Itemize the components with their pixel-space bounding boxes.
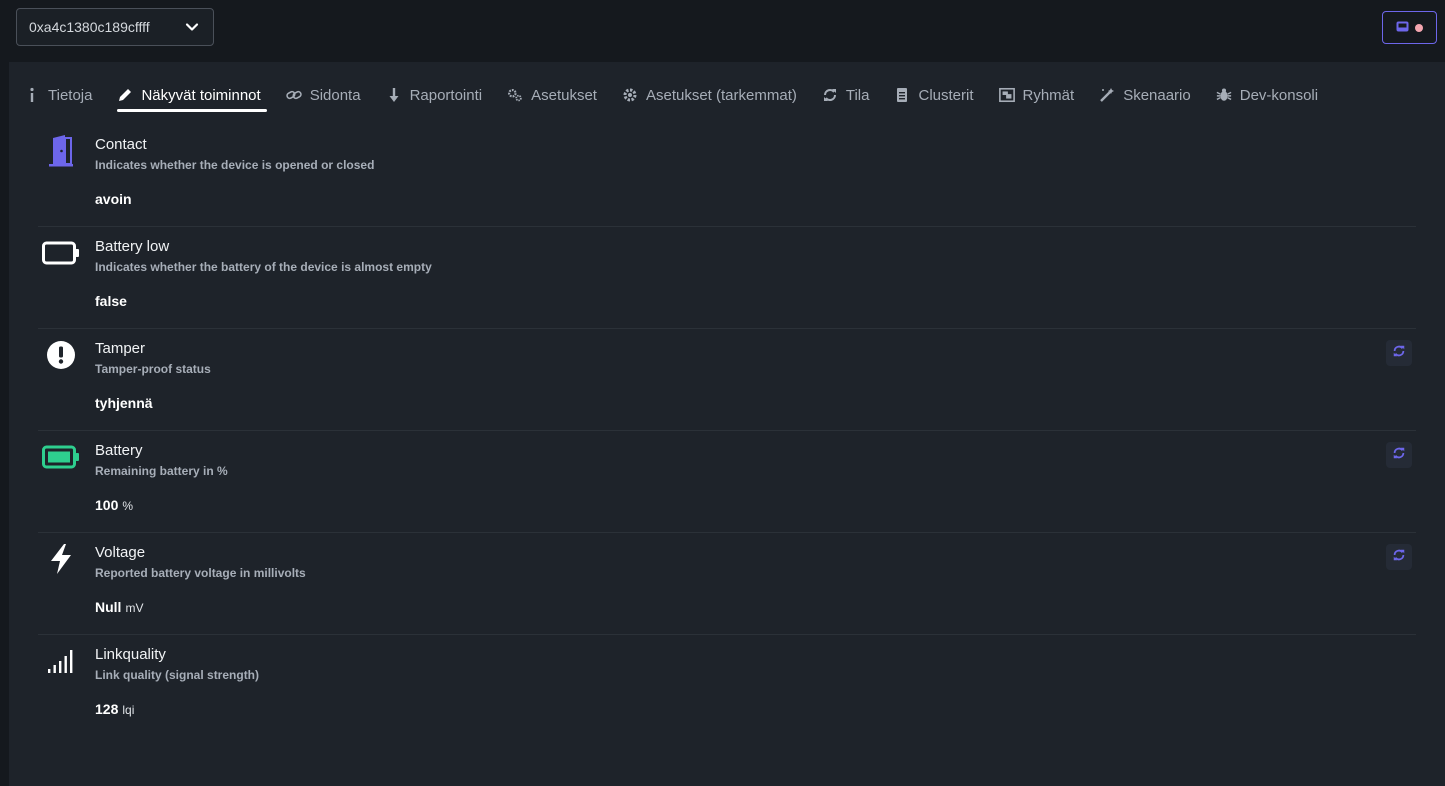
expose-description: Indicates whether the device is opened o… <box>95 158 375 172</box>
notification-dot <box>1415 23 1423 32</box>
expose-value: Null mV <box>95 599 143 615</box>
gears-icon <box>507 87 523 103</box>
tab-raportointi[interactable]: Raportointi <box>386 80 483 110</box>
tab-label: Skenaario <box>1123 86 1191 104</box>
tab-bar: Tietoja Näkyvät toiminnot Sidonta Raport… <box>24 80 1343 112</box>
value-unit: mV <box>125 601 144 615</box>
expose-description: Remaining battery in % <box>95 464 228 478</box>
value-unit: % <box>122 499 134 513</box>
sync-icon <box>1392 446 1406 465</box>
info-icon <box>24 87 40 103</box>
top-bar: 0xa4c1380c189cffff <box>0 0 1445 62</box>
bolt-icon <box>42 542 80 576</box>
exclamation-circle-icon <box>42 338 80 372</box>
door-open-icon <box>42 134 80 168</box>
magic-wand-icon <box>1099 87 1115 103</box>
notifications-button[interactable] <box>1382 11 1437 44</box>
expose-value: tyhjennä <box>95 395 153 411</box>
tab-clusterit[interactable]: Clusterit <box>894 80 974 110</box>
tab-label: Sidonta <box>309 86 361 104</box>
expose-description: Tamper-proof status <box>95 362 211 376</box>
value-text: Null <box>95 599 122 615</box>
expose-name: Tamper <box>95 340 146 357</box>
value-text: false <box>95 293 127 309</box>
signal-icon <box>42 644 80 678</box>
expose-value: 100% <box>95 497 133 513</box>
document-icon <box>894 87 910 103</box>
expose-name: Battery <box>95 442 143 459</box>
value-text: avoin <box>95 191 132 207</box>
expose-value: 128 lqi <box>95 701 134 717</box>
sync-icon <box>1392 344 1406 363</box>
tab-nakyvat-toiminnot[interactable]: Näkyvät toiminnot <box>117 80 267 112</box>
tab-label: Tietoja <box>48 86 93 104</box>
chevron-down-icon <box>185 20 199 37</box>
sync-icon <box>1392 548 1406 567</box>
expose-battery: Battery Remaining battery in % 100% <box>38 430 1416 533</box>
tab-dev-konsoli[interactable]: Dev-konsoli <box>1216 80 1318 110</box>
expose-value: avoin <box>95 191 132 207</box>
tab-asetukset[interactable]: Asetukset <box>507 80 597 110</box>
tab-label: Tila <box>845 86 870 104</box>
tab-sidonta[interactable]: Sidonta <box>285 80 361 110</box>
link-icon <box>285 87 302 103</box>
tab-label: Näkyvät toiminnot <box>141 86 261 104</box>
object-group-icon <box>998 87 1015 103</box>
expose-description: Link quality (signal strength) <box>95 668 260 682</box>
device-select[interactable]: 0xa4c1380c189cffff <box>16 8 214 46</box>
gear-icon <box>622 87 638 103</box>
tab-skenaario[interactable]: Skenaario <box>1099 80 1191 110</box>
inbox-icon <box>1396 19 1409 37</box>
value-text: 128 <box>95 701 119 717</box>
tab-label: Dev-konsoli <box>1239 86 1319 104</box>
tab-ryhmat[interactable]: Ryhmät <box>998 80 1075 110</box>
expose-contact: Contact Indicates whether the device is … <box>38 124 1416 227</box>
expose-name: Linkquality <box>95 646 166 663</box>
refresh-tamper-button[interactable] <box>1386 340 1412 366</box>
value-unit: lqi <box>122 703 135 717</box>
expose-value: false <box>95 293 127 309</box>
expose-name: Battery low <box>95 238 170 255</box>
refresh-battery-button[interactable] <box>1386 442 1412 468</box>
expose-name: Voltage <box>95 544 146 561</box>
arrow-down-icon <box>386 87 402 103</box>
expose-tamper: Tamper Tamper-proof status tyhjennä <box>38 328 1416 431</box>
tab-label: Asetukset <box>531 86 597 104</box>
expose-linkquality: Linkquality Link quality (signal strengt… <box>38 634 1416 736</box>
pencil-icon <box>117 87 133 103</box>
tab-asetukset-tarkemmat[interactable]: Asetukset (tarkemmat) <box>622 80 797 110</box>
tab-label: Raportointi <box>409 86 483 104</box>
expose-description: Reported battery voltage in millivolts <box>95 566 306 580</box>
tab-tila[interactable]: Tila <box>822 80 870 110</box>
battery-empty-icon <box>42 236 80 270</box>
value-text: 100 <box>95 497 119 513</box>
bug-icon <box>1216 87 1232 103</box>
tab-label: Clusterit <box>918 86 974 104</box>
refresh-voltage-button[interactable] <box>1386 544 1412 570</box>
tab-tietoja[interactable]: Tietoja <box>24 80 92 110</box>
sync-icon <box>822 87 838 103</box>
value-text: tyhjennä <box>95 395 153 411</box>
device-select-value: 0xa4c1380c189cffff <box>29 19 150 35</box>
tab-label: Asetukset (tarkemmat) <box>645 86 797 104</box>
tab-label: Ryhmät <box>1022 86 1075 104</box>
expose-battery-low: Battery low Indicates whether the batter… <box>38 226 1416 329</box>
expose-description: Indicates whether the battery of the dev… <box>95 260 432 274</box>
battery-full-icon <box>42 440 80 474</box>
expose-name: Contact <box>95 136 147 153</box>
expose-voltage: Voltage Reported battery voltage in mill… <box>38 532 1416 635</box>
